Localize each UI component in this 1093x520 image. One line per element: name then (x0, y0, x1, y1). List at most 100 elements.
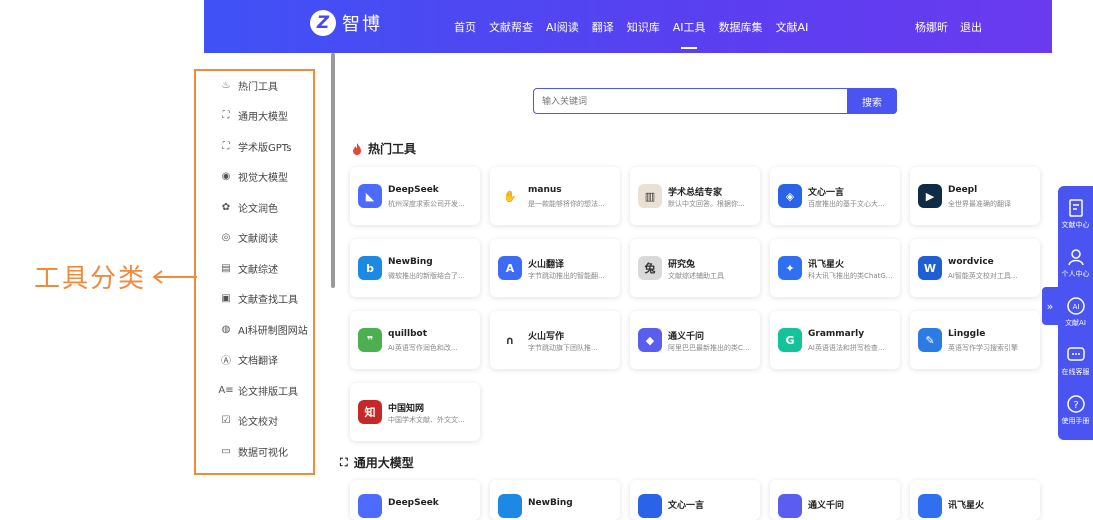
tool-card-desc: 阿里巴巴最新推出的类C... (668, 344, 750, 352)
sidebar-item[interactable]: ✿ 论文润色 (220, 197, 278, 217)
logout-link[interactable]: 退出 (960, 19, 982, 35)
tool-card[interactable]: ✦ 讯飞星火 科大讯飞推出的类ChatG... (770, 239, 900, 297)
chart-icon: ◍ (221, 323, 231, 335)
search-input[interactable] (540, 92, 834, 112)
tool-card-desc: AI智能英文校对工具... (948, 272, 1018, 280)
left-arrow-icon (152, 269, 198, 284)
sidebar-item[interactable]: ◉ 视觉大模型 (220, 167, 288, 187)
tool-card[interactable]: 通义千问 (770, 480, 900, 520)
tool-card[interactable]: ◆ 通义千问 阿里巴巴最新推出的类C... (630, 311, 760, 369)
tool-card-name: Deepl (948, 185, 978, 195)
tool-card[interactable]: 知中国知网 中国学术文献、外文文... (350, 383, 480, 441)
svg-text:AI: AI (1072, 303, 1079, 311)
tool-card[interactable]: ✎ Linggle 英语写作学习搜索引擎 (910, 311, 1040, 369)
gpt-icon: ⛶ (222, 140, 230, 152)
tool-card[interactable]: A 火山翻译字节跳动推出的智能翻... (490, 239, 620, 297)
right-panel-item[interactable]: 个人中心 (1058, 243, 1093, 287)
sidebar-item[interactable]: ◍ AI科研制图网站 (220, 319, 308, 339)
deepseek-icon: ◣ (358, 184, 382, 208)
tool-card[interactable]: Wwordvice AI智能英文校对工具... (910, 239, 1040, 297)
tool-card[interactable]: ❞ quillbot AI英语写作润色和改... (350, 311, 480, 369)
nav-knowledge-base[interactable]: 知识库 (627, 19, 660, 35)
volc-write-icon: ∩ (498, 328, 522, 352)
nav-database[interactable]: 数据库集 (719, 19, 763, 35)
logo[interactable]: Z 智博 (310, 10, 382, 36)
tool-card-name: NewBing (528, 498, 573, 508)
sidebar-item-label: 视觉大模型 (238, 173, 288, 184)
tool-card[interactable]: 兔研究兔 文献综述辅助工具 (630, 239, 760, 297)
tool-card[interactable]: ✋ manus 是一款能够将你的想法... (490, 167, 620, 225)
tool-card[interactable]: ▥ 学术总结专家 默认中文回答。根据你... (630, 167, 760, 225)
sidebar-item-label: 学术版GPTs (238, 142, 292, 154)
tool-card-name: 学术总结专家 (668, 188, 723, 198)
sidebar-item-label: 论文润色 (238, 203, 278, 215)
nav-ai-reading[interactable]: AI阅读 (546, 19, 579, 35)
section-hot-tools: 热门工具 (352, 140, 416, 157)
right-panel-item[interactable]: ? 使用手册 (1058, 390, 1093, 434)
nav-home[interactable]: 首页 (454, 19, 476, 35)
tool-card[interactable]: DeepSeek (350, 480, 480, 520)
sidebar-item[interactable]: ◎ 文献阅读 (220, 228, 278, 248)
tool-card-desc: 中国学术文献、外文文... (388, 416, 465, 424)
nav-literature-search[interactable]: 文献帮查 (489, 19, 533, 35)
spark-icon (918, 494, 942, 518)
annotation-label: 工具分类 (34, 264, 147, 294)
sidebar-item[interactable]: ▣ 文献查找工具 (220, 289, 298, 309)
sidebar-item[interactable]: A≡ 论文排版工具 (218, 380, 298, 400)
sidebar-item-label: 文献综述 (238, 264, 278, 276)
panel-toggle-button[interactable]: » (1042, 287, 1058, 325)
tool-card[interactable]: ◈ 文心一言 百度推出的基于文心大... (770, 167, 900, 225)
sidebar-item[interactable]: ⛶ 学术版GPTs (220, 136, 292, 156)
tool-card-name: quillbot (388, 329, 428, 339)
sidebar-item[interactable]: Ⓐ 文档翻译 (220, 350, 278, 370)
tool-card[interactable]: ∩ 火山写作 字节跳动旗下团队推... (490, 311, 620, 369)
nav-ai-tools[interactable]: AI工具 (673, 19, 706, 35)
logo-text: 智博 (342, 14, 382, 35)
right-float-panel: 文献中心个人中心 AI 文献AI 在线客服 ? 使用手册 (1058, 186, 1093, 440)
tool-card[interactable]: 讯飞星火 (910, 480, 1040, 520)
sidebar-item-label: 数据可视化 (238, 447, 288, 459)
tool-card-name: NewBing (388, 257, 433, 267)
right-panel-item[interactable]: AI 文献AI (1058, 292, 1093, 336)
right-panel-item[interactable]: 在线客服 (1058, 341, 1093, 385)
section-general-title: 通用大模型 (353, 456, 414, 470)
screen-icon: ▭ (221, 445, 231, 457)
tool-card[interactable]: 文心一言 (630, 480, 760, 520)
sidebar-item[interactable]: ☑ 论文校对 (220, 411, 278, 431)
layout-icon: A≡ (218, 384, 234, 396)
sidebar-item-label: AI科研制图网站 (238, 325, 308, 337)
help-icon: ? (1066, 395, 1085, 413)
tool-card[interactable]: b NewBing 微软推出的新版结合了... (350, 239, 480, 297)
tool-card[interactable]: NewBing (490, 480, 620, 520)
volc-icon: A (498, 256, 522, 280)
sidebar-scrollbar[interactable] (331, 53, 335, 288)
ai-icon: AI (1066, 297, 1085, 315)
right-panel-item[interactable]: 文献中心 (1058, 194, 1093, 238)
user-icon (1067, 249, 1084, 266)
section-hot-title: 热门工具 (368, 142, 417, 156)
sidebar-item-label: 论文校对 (238, 417, 278, 428)
sidebar-item[interactable]: ▤ 文献综述 (220, 258, 278, 278)
tool-card[interactable]: G Grammarly AI英语语法和拼写检查... (770, 311, 900, 369)
nav-translate[interactable]: 翻译 (592, 19, 614, 35)
sidebar-item[interactable]: ▭ 数据可视化 (220, 441, 288, 461)
tool-card[interactable]: ◣ DeepSeek 杭州深度求索公司开发... (350, 167, 480, 225)
sidebar-item[interactable]: ♨ 热门工具 (220, 75, 278, 95)
tool-card-name: 研究兔 (668, 260, 696, 270)
quillbot-icon: ❞ (358, 328, 382, 352)
nav-literature-ai[interactable]: 文献AI (776, 19, 809, 35)
main-nav: 首页 文献帮查 AI阅读 翻译 知识库 AI工具 数据库集 文献AI (454, 0, 821, 53)
tool-card-desc: 字节跳动推出的智能翻... (528, 272, 605, 280)
tool-card-name: 通义千问 (808, 501, 845, 511)
tool-card-name: 火山翻译 (528, 260, 565, 270)
newbing-icon (498, 494, 522, 518)
tool-card[interactable]: ▶ Deepl 全世界最准确的翻译 (910, 167, 1040, 225)
tool-card-name: 讯飞星火 (948, 501, 985, 511)
rabbit-icon: 兔 (638, 256, 662, 280)
search-button[interactable]: 搜索 (847, 88, 897, 114)
sidebar-item[interactable]: ⛶ 通用大模型 (220, 106, 289, 126)
sidebar-category-list: ♨ 热门工具 ⛶ 通用大模型 ⛶ 学术版GPTs ◉ 视觉大模型 ✿ 论文润色 ◎ 文献阅读 ▤ 文献综述… (194, 69, 315, 475)
tool-card-desc: AI英语语法和拼写检查... (808, 344, 885, 352)
tool-card-name: 文心一言 (808, 188, 845, 198)
user-name-link[interactable]: 杨娜昕 (915, 19, 948, 35)
